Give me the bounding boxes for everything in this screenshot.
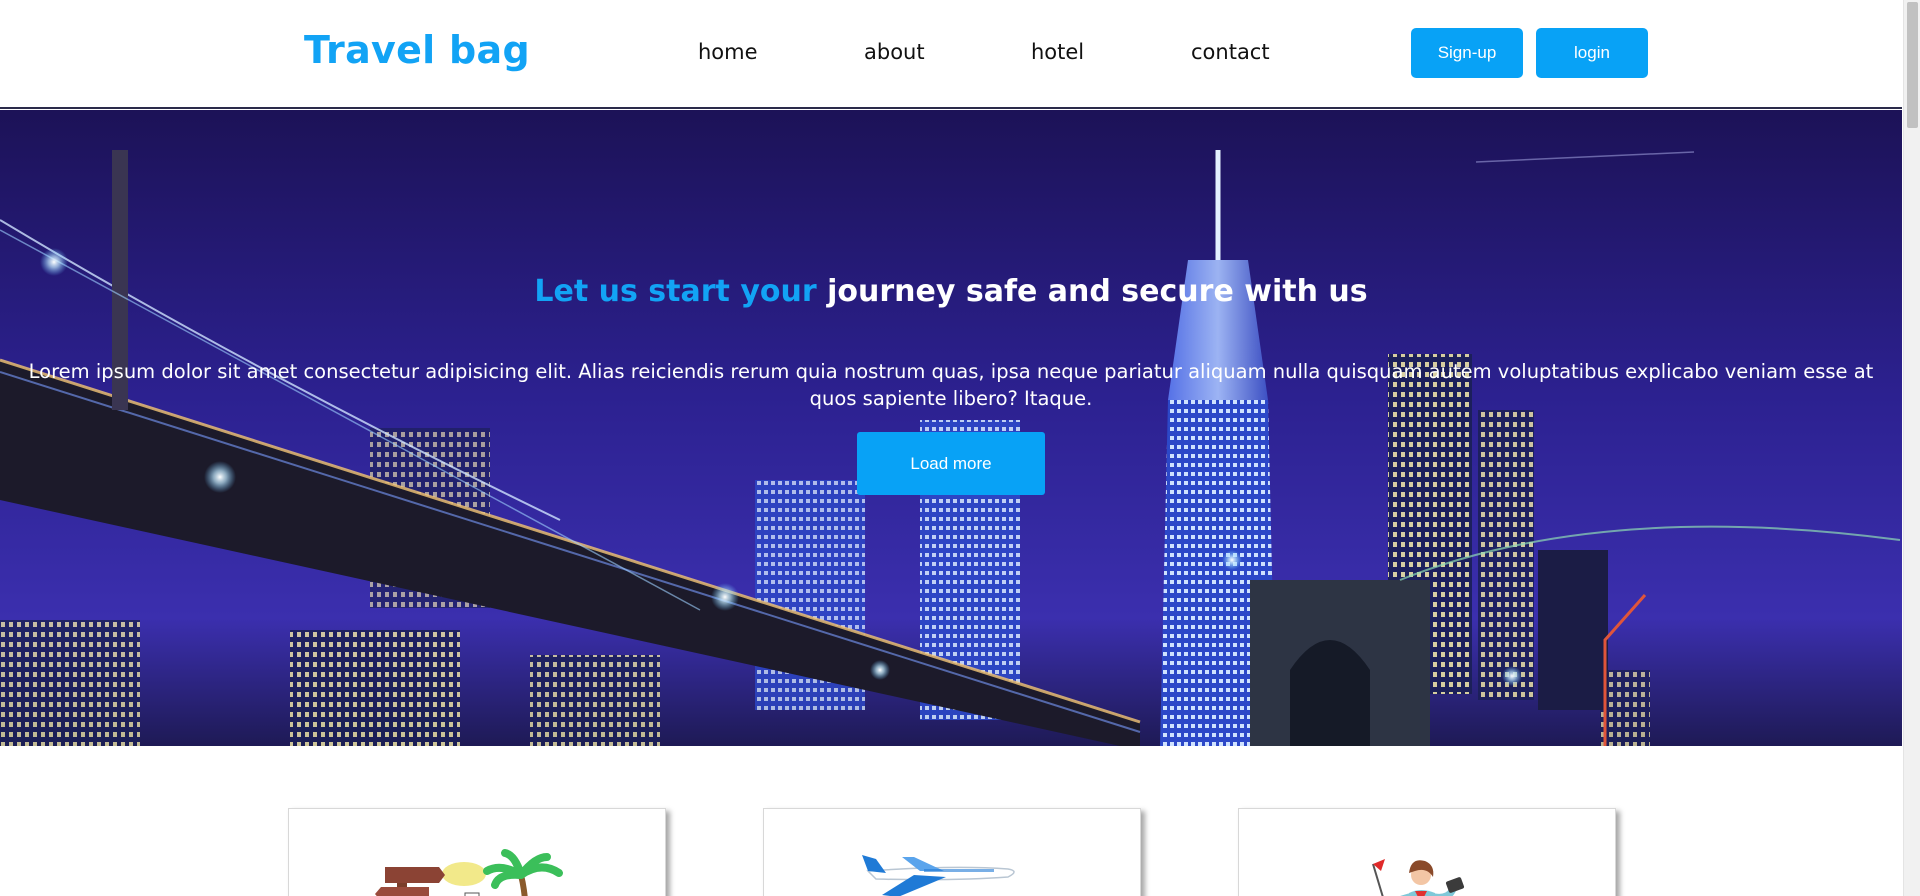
feature-card[interactable] (288, 808, 666, 896)
signup-button[interactable]: Sign-up (1411, 28, 1523, 78)
scrollbar-thumb[interactable] (1907, 2, 1918, 128)
hero-title-accent: Let us start your (534, 274, 817, 309)
hero-title-rest: journey safe and secure with us (827, 274, 1368, 309)
nav-contact-link[interactable]: contact (1191, 40, 1270, 64)
feature-card[interactable] (763, 808, 1141, 896)
page-scrollbar[interactable] (1903, 0, 1920, 896)
airplane-icon (862, 855, 1015, 896)
hero-background-image (0, 110, 1902, 746)
site-logo[interactable]: Travel bag (304, 28, 530, 72)
signpost-palm-tree-icon (375, 849, 563, 896)
nav-about-link[interactable]: about (864, 40, 925, 64)
nav-home-link[interactable]: home (698, 40, 758, 64)
site-header: Travel bag home about hotel contact Sign… (0, 0, 1902, 109)
login-button[interactable]: login (1536, 28, 1648, 78)
traveler-with-flag-icon (1372, 859, 1465, 896)
nav-hotel-link[interactable]: hotel (1031, 40, 1084, 64)
hero-section: Let us start your journey safe and secur… (0, 110, 1902, 746)
hero-title: Let us start your journey safe and secur… (0, 274, 1902, 309)
load-more-button[interactable]: Load more (857, 432, 1045, 495)
feature-card[interactable] (1238, 808, 1616, 896)
hero-description: Lorem ipsum dolor sit amet consectetur a… (28, 360, 1874, 410)
